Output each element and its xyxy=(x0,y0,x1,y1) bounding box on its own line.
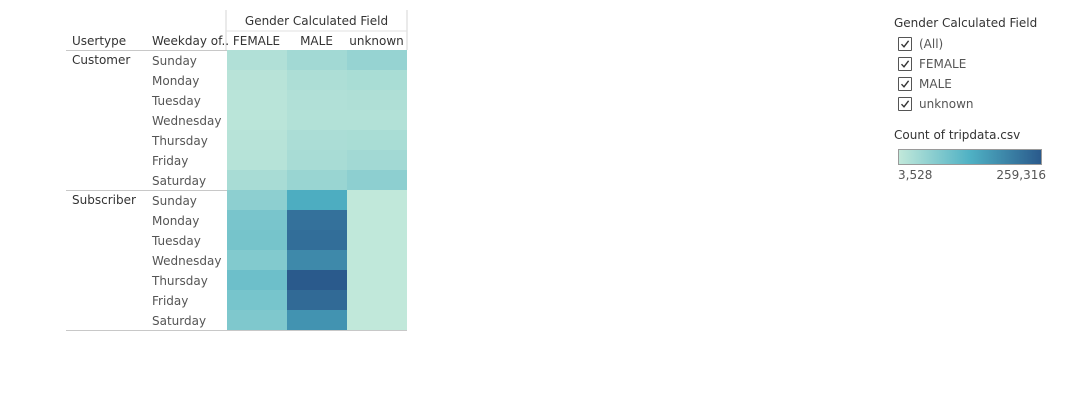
heatmap-cell-customer-friday-male[interactable] xyxy=(287,150,347,170)
legend-min-label: 3,528 xyxy=(898,168,933,182)
heatmap-cell-subscriber-saturday-unknown[interactable] xyxy=(347,310,407,330)
heatmap-cell-customer-monday-female[interactable] xyxy=(227,70,287,90)
row-label-thursday: Thursday xyxy=(151,274,208,288)
heatmap-cell-subscriber-tuesday-male[interactable] xyxy=(287,230,347,250)
heatmap-cell-subscriber-monday-male[interactable] xyxy=(287,210,347,230)
heatmap-cell-customer-saturday-female[interactable] xyxy=(227,170,287,190)
heatmap-cell-subscriber-wednesday-unknown[interactable] xyxy=(347,250,407,270)
color-legend: Count of tripdata.csv 3,528 259,316 xyxy=(894,128,1064,184)
heatmap-cell-customer-saturday-unknown[interactable] xyxy=(347,170,407,190)
filter-label-male: MALE xyxy=(919,77,952,91)
heatmap-cell-subscriber-sunday-unknown[interactable] xyxy=(347,190,407,210)
filter-checkbox-unknown[interactable] xyxy=(898,97,912,111)
heatmap-cell-customer-monday-male[interactable] xyxy=(287,70,347,90)
heatmap-cell-customer-monday-unknown[interactable] xyxy=(347,70,407,90)
checkmark-icon xyxy=(900,40,910,48)
heatmap-cell-subscriber-wednesday-male[interactable] xyxy=(287,250,347,270)
legend-max-label: 259,316 xyxy=(996,168,1046,182)
column-header-unknown: unknown xyxy=(349,34,404,48)
filter-checkbox-male[interactable] xyxy=(898,77,912,91)
checkmark-icon xyxy=(900,60,910,68)
heatmap-cell-customer-friday-female[interactable] xyxy=(227,150,287,170)
heatmap-cell-subscriber-wednesday-female[interactable] xyxy=(227,250,287,270)
heatmap-cell-customer-wednesday-male[interactable] xyxy=(287,110,347,130)
row-label-monday: Monday xyxy=(152,74,199,88)
heatmap-cell-customer-wednesday-unknown[interactable] xyxy=(347,110,407,130)
checkmark-icon xyxy=(900,80,910,88)
heatmap-cell-subscriber-sunday-male[interactable] xyxy=(287,190,347,210)
heatmap-chart: Gender Calculated Field Usertype Weekday o… xyxy=(66,10,408,331)
filter-checkbox-all[interactable] xyxy=(898,37,912,51)
row-label-tuesday: Tuesday xyxy=(151,234,201,248)
row-header-weekday: Weekday of.. xyxy=(152,34,229,48)
filter-title: Gender Calculated Field xyxy=(894,16,1038,30)
filter-label-all: (All) xyxy=(919,37,944,51)
row-label-sunday: Sunday xyxy=(152,194,197,208)
row-label-saturday: Saturday xyxy=(152,174,206,188)
heatmap-cell-subscriber-tuesday-unknown[interactable] xyxy=(347,230,407,250)
filter-item-all[interactable]: (All) xyxy=(894,34,1064,54)
filter-list: (All) FEMALE MALE unknown xyxy=(894,34,1064,114)
heatmap-cell-subscriber-saturday-male[interactable] xyxy=(287,310,347,330)
checkmark-icon xyxy=(900,100,910,108)
heatmap-cell-customer-tuesday-female[interactable] xyxy=(227,90,287,110)
row-group-subscriber: Subscriber xyxy=(72,193,136,207)
heatmap-cell-subscriber-thursday-unknown[interactable] xyxy=(347,270,407,290)
heatmap-cell-customer-sunday-male[interactable] xyxy=(287,50,347,70)
heatmap-cell-customer-thursday-male[interactable] xyxy=(287,130,347,150)
filter-label-female: FEMALE xyxy=(919,57,967,71)
legend-gradient xyxy=(898,149,1042,165)
heatmap-cell-customer-tuesday-unknown[interactable] xyxy=(347,90,407,110)
filter-item-female[interactable]: FEMALE xyxy=(894,54,1064,74)
row-label-thursday: Thursday xyxy=(151,134,208,148)
heatmap-cell-customer-tuesday-male[interactable] xyxy=(287,90,347,110)
heatmap-cell-customer-thursday-female[interactable] xyxy=(227,130,287,150)
filter-label-unknown: unknown xyxy=(919,97,974,111)
row-group-customer: Customer xyxy=(72,53,130,67)
column-header-female: FEMALE xyxy=(233,34,280,48)
heatmap-cell-subscriber-thursday-female[interactable] xyxy=(227,270,287,290)
row-label-monday: Monday xyxy=(152,214,199,228)
heatmap-cell-customer-saturday-male[interactable] xyxy=(287,170,347,190)
heatmap-cell-subscriber-monday-female[interactable] xyxy=(227,210,287,230)
heatmap-cell-customer-wednesday-female[interactable] xyxy=(227,110,287,130)
heatmap-cell-subscriber-saturday-female[interactable] xyxy=(227,310,287,330)
row-label-friday: Friday xyxy=(152,294,188,308)
heatmap-cell-subscriber-thursday-male[interactable] xyxy=(287,270,347,290)
heatmap-cell-customer-friday-unknown[interactable] xyxy=(347,150,407,170)
heatmap-cell-subscriber-sunday-female[interactable] xyxy=(227,190,287,210)
filter-item-male[interactable]: MALE xyxy=(894,74,1064,94)
row-label-saturday: Saturday xyxy=(152,314,206,328)
legend-ticks: 3,528 259,316 xyxy=(898,168,1046,184)
heatmap-cell-subscriber-monday-unknown[interactable] xyxy=(347,210,407,230)
row-header-usertype: Usertype xyxy=(72,34,126,48)
heatmap-cells xyxy=(227,50,407,330)
heatmap-cell-customer-sunday-female[interactable] xyxy=(227,50,287,70)
heatmap-cell-subscriber-friday-male[interactable] xyxy=(287,290,347,310)
filter-item-unknown[interactable]: unknown xyxy=(894,94,1064,114)
row-label-friday: Friday xyxy=(152,154,188,168)
row-label-tuesday: Tuesday xyxy=(151,94,201,108)
heatmap-cell-subscriber-tuesday-female[interactable] xyxy=(227,230,287,250)
heatmap-cell-subscriber-friday-unknown[interactable] xyxy=(347,290,407,310)
filter-checkbox-female[interactable] xyxy=(898,57,912,71)
gender-filter-panel: Gender Calculated Field (All) FEMALE MALE u… xyxy=(894,16,1064,114)
column-header-male: MALE xyxy=(300,34,333,48)
row-label-sunday: Sunday xyxy=(152,54,197,68)
heatmap-cell-customer-sunday-unknown[interactable] xyxy=(347,50,407,70)
legend-title: Count of tripdata.csv xyxy=(894,128,1021,142)
row-label-wednesday: Wednesday xyxy=(152,114,221,128)
heatmap-cell-subscriber-friday-female[interactable] xyxy=(227,290,287,310)
heatmap-cell-customer-thursday-unknown[interactable] xyxy=(347,130,407,150)
column-group-title: Gender Calculated Field xyxy=(245,14,388,28)
row-label-wednesday: Wednesday xyxy=(152,254,221,268)
